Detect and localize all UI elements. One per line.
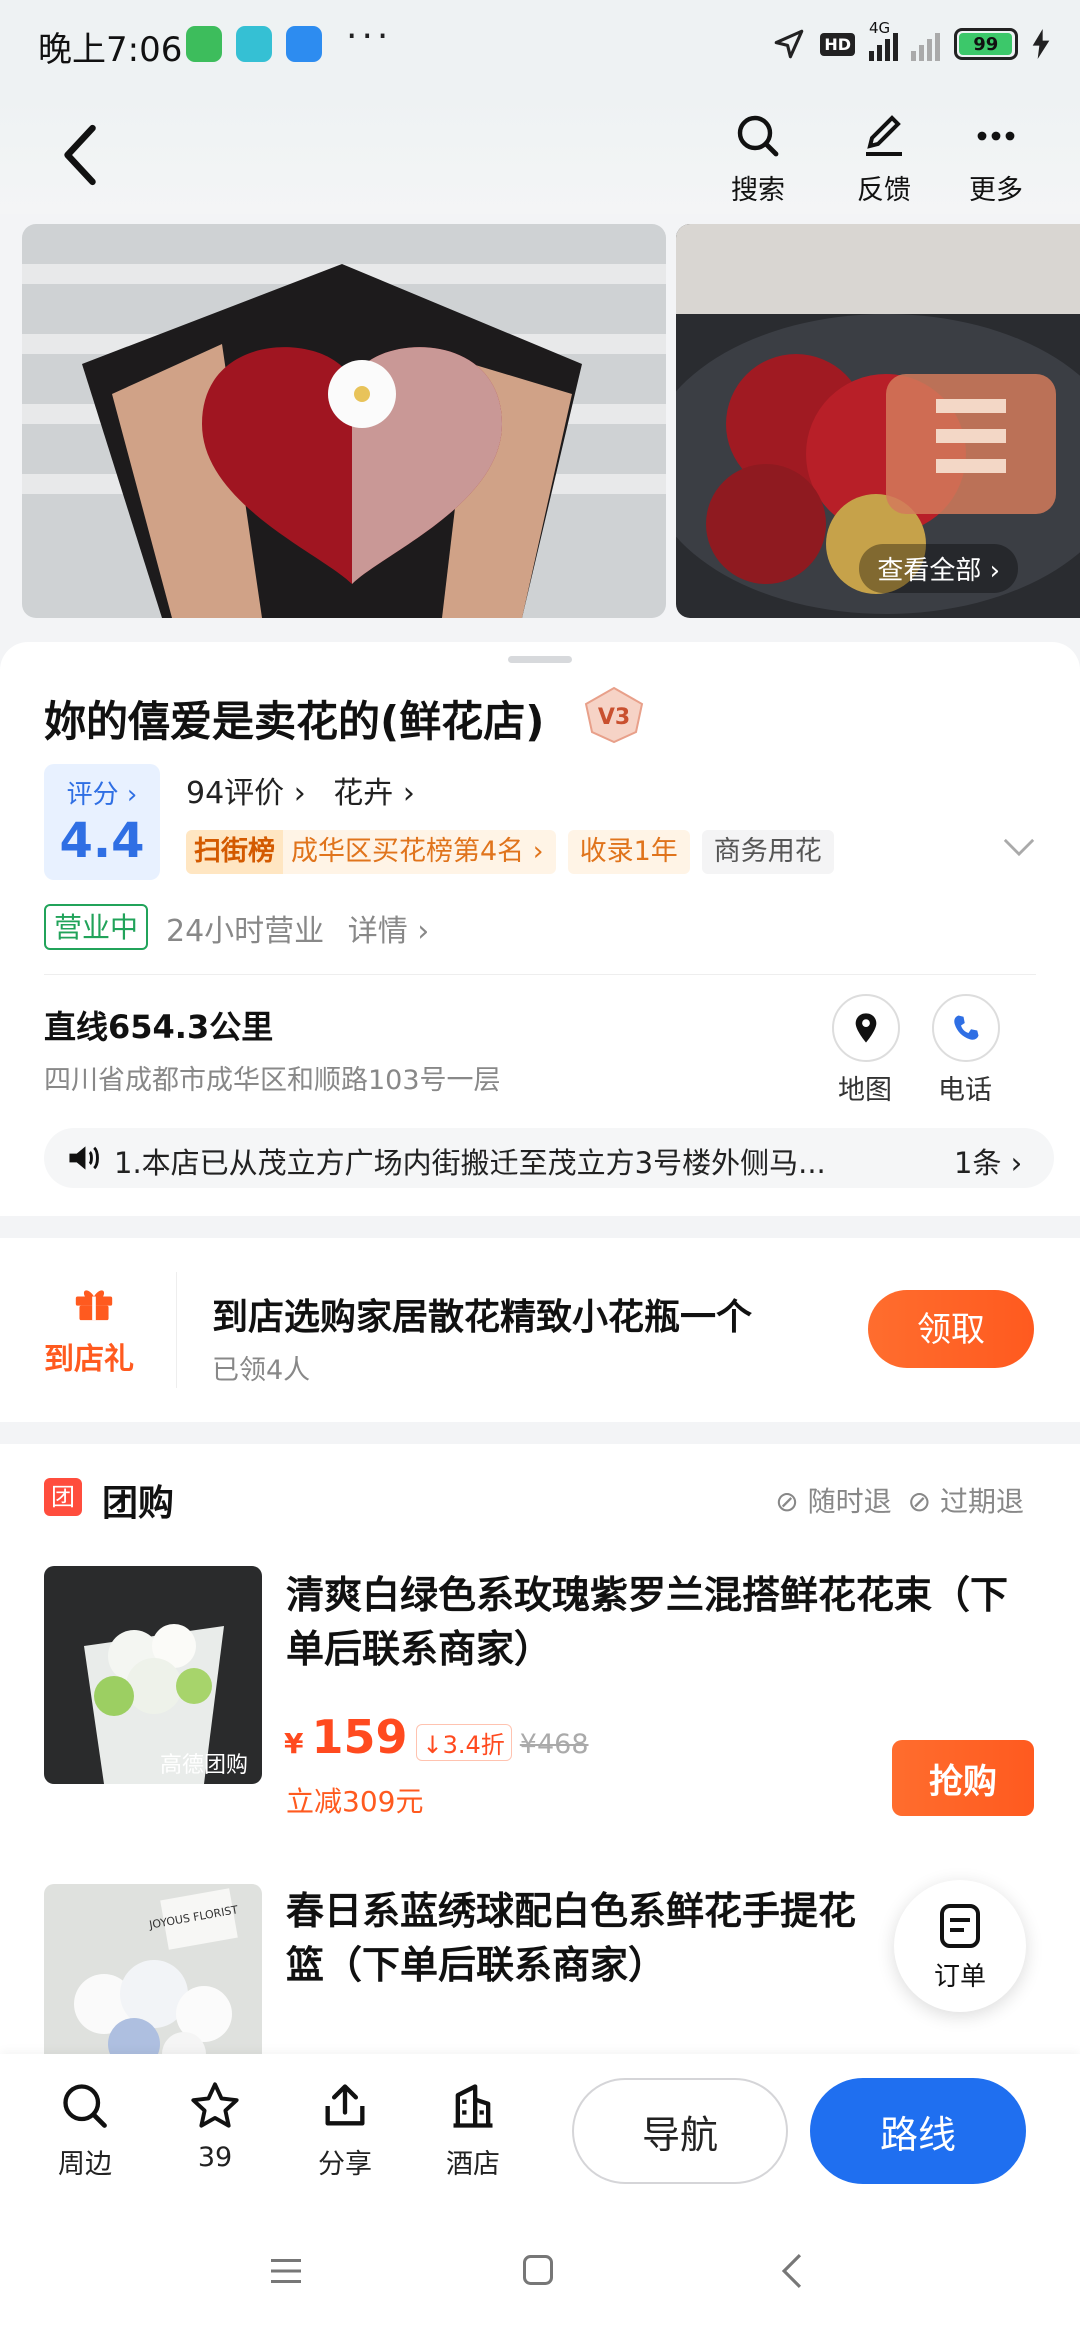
included-chip: 收录1年: [567, 830, 690, 874]
ranking-chip[interactable]: 扫街榜 成华区买花榜第4名 ›: [186, 830, 556, 874]
original-price: ¥468: [519, 1729, 589, 1760]
battery-icon: 99: [954, 28, 1018, 60]
app-notification-icon: [286, 26, 322, 62]
deal-price-row: ¥ 159 ↓3.4折 ¥468: [284, 1710, 589, 1764]
deal-price: 159: [311, 1710, 408, 1764]
favorite-button[interactable]: 39: [160, 2080, 270, 2173]
tag-row: 扫街榜 成华区买花榜第4名 › 收录1年 商务用花: [186, 830, 834, 874]
gift-title: 到店选购家居散花精致小花瓶一个: [212, 1297, 753, 1338]
back-button[interactable]: [58, 120, 104, 190]
rating-label: 评分: [66, 780, 119, 810]
deal-title-2[interactable]: 春日系蓝绣球配白色系鲜花手提花篮（下单后联系商家）: [286, 1884, 866, 1994]
orders-label: 订单: [933, 1962, 986, 1992]
send-notification-icon: [236, 26, 272, 62]
white-green-bouquet-image: 高德团购: [44, 1566, 262, 1784]
notice-count: 1条 ›: [954, 1146, 1023, 1180]
route-button[interactable]: 路线: [810, 2078, 1026, 2184]
status-time: 晚上7:06: [38, 30, 183, 70]
shop-photo-1[interactable]: [22, 224, 666, 618]
divider: [44, 974, 1036, 975]
rating-value: 4.4: [59, 813, 145, 869]
more-notifications-icon: ···: [346, 16, 393, 57]
star-icon: [191, 2082, 239, 2128]
menu-icon[interactable]: [268, 2256, 304, 2286]
phone-icon: [954, 1015, 979, 1040]
notice-text: 1.本店已从茂立方广场内街搬迁至茂立方3号楼外侧马...: [114, 1146, 826, 1180]
savings-text: 立减309元: [286, 1785, 424, 1818]
phone-label: 电话: [938, 1075, 992, 1106]
order-list-icon: [940, 1904, 980, 1948]
share-icon: [325, 2084, 365, 2126]
distance: 直线654.3公里: [44, 1008, 274, 1046]
gift-label: 到店礼: [44, 1342, 134, 1377]
phone-button[interactable]: [932, 994, 1000, 1062]
back-nav-icon[interactable]: [780, 2252, 804, 2290]
feedback-label: 反馈: [857, 175, 911, 206]
search-button[interactable]: 搜索: [710, 112, 806, 207]
claim-gift-button[interactable]: 领取: [868, 1290, 1034, 1368]
discount-badge: ↓3.4折: [415, 1724, 512, 1761]
hotel-button[interactable]: 酒店: [418, 2080, 528, 2181]
category-link[interactable]: 花卉 ›: [333, 776, 415, 811]
feedback-button[interactable]: 反馈: [836, 112, 932, 207]
rank-text: 成华区买花榜第4名: [291, 836, 525, 867]
group-buy-icon: 团: [44, 1478, 82, 1516]
more-button[interactable]: 更多: [948, 112, 1044, 207]
business-tag: 商务用花: [701, 830, 834, 874]
wechat-notification-icon: [186, 26, 222, 62]
orders-float-button[interactable]: 订单: [894, 1880, 1026, 2012]
svg-text:V3: V3: [598, 705, 630, 730]
details-link[interactable]: 详情 ›: [348, 914, 430, 949]
chevron-down-icon[interactable]: [1002, 836, 1036, 858]
group-buy-title: 团购: [102, 1483, 175, 1524]
home-icon[interactable]: [520, 2252, 556, 2288]
search-label: 搜索: [731, 175, 785, 206]
navigate-button[interactable]: 导航: [572, 2078, 788, 2184]
rank-list-badge: 扫街榜: [186, 830, 283, 874]
image-watermark: 高德团购: [160, 1753, 248, 1778]
expire-refund-tag: ⊘ 过期退: [907, 1485, 1024, 1518]
status-indicators: HD 4G 99: [772, 19, 1050, 66]
currency-symbol: ¥: [284, 1727, 304, 1760]
open-status-badge: 营业中: [44, 904, 149, 950]
map-label: 地图: [838, 1075, 892, 1106]
group-buy-tags: ⊘ 随时退 ⊘ 过期退: [775, 1480, 1024, 1520]
hotel-icon: [453, 2084, 493, 2128]
divider: [176, 1272, 177, 1388]
view-all-photos-button[interactable]: 查看全部 ›: [859, 544, 1018, 593]
refund-anytime-tag: ⊘ 随时退: [775, 1485, 892, 1518]
more-label: 更多: [969, 175, 1023, 206]
gift-claimed-count: 已领4人: [212, 1355, 311, 1386]
shop-name: 妳的僖爱是卖花的(鲜花店): [44, 697, 545, 746]
search-icon: [737, 115, 779, 157]
location-arrow-icon: [775, 29, 804, 59]
hd-icon: HD: [820, 32, 855, 56]
buy-now-button[interactable]: 抢购: [892, 1740, 1034, 1816]
speaker-icon: [69, 1146, 99, 1170]
address: 四川省成都市成华区和顺路103号一层: [44, 1065, 501, 1096]
reviews-link[interactable]: 94评价 ›: [186, 776, 306, 811]
gift-icon: [75, 1290, 113, 1321]
map-pin-icon: [855, 1013, 877, 1043]
share-button[interactable]: 分享: [290, 2080, 400, 2181]
edit-icon: [866, 115, 902, 156]
v3-level-badge: V3: [580, 684, 648, 744]
rating-box[interactable]: 评分 › 4.4: [44, 764, 160, 880]
charging-icon: [1032, 29, 1050, 59]
business-hours: 24小时营业 详情 ›: [166, 914, 430, 949]
review-category-row: 94评价 › 花卉 ›: [186, 768, 415, 812]
deal-image-1[interactable]: 高德团购: [44, 1566, 262, 1784]
deal-title-1[interactable]: 清爽白绿色系玫瑰紫罗兰混搭鲜花花束（下单后联系商家）: [286, 1568, 1026, 1676]
bouquet-image: [22, 224, 666, 618]
more-icon: [977, 131, 1015, 141]
search-icon: [63, 2084, 107, 2128]
signal-icon: 4G: [869, 19, 940, 61]
map-button[interactable]: [832, 994, 900, 1062]
drag-handle[interactable]: [508, 656, 572, 663]
nearby-button[interactable]: 周边: [30, 2080, 140, 2181]
